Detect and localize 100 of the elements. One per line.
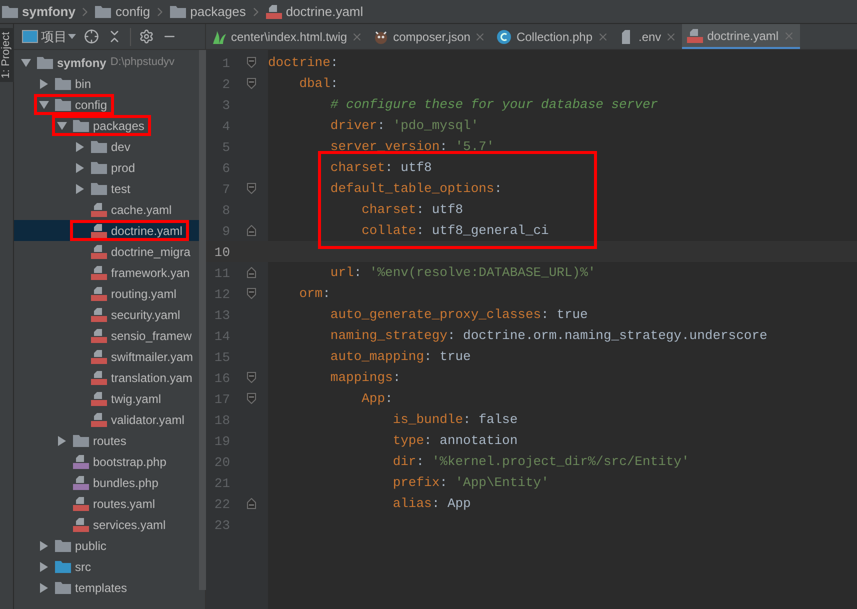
tree-item[interactable]: services.yaml: [93, 516, 166, 534]
folder-icon: [91, 182, 107, 195]
tree-item[interactable]: test: [111, 180, 130, 198]
tree-item[interactable]: symfony: [57, 54, 106, 72]
editor-tab[interactable]: composer.json: [368, 24, 492, 49]
editor-tab[interactable]: .env: [614, 24, 682, 49]
file-icon: [73, 474, 89, 490]
collapsed-arrow-icon[interactable]: [39, 582, 49, 592]
tree-item[interactable]: prod: [111, 158, 136, 176]
tree-item[interactable]: packages: [93, 116, 144, 134]
folder-icon: [55, 560, 71, 573]
tree-item[interactable]: framework.yan: [111, 264, 190, 282]
locate-icon[interactable]: [84, 29, 99, 44]
collapsed-arrow-icon[interactable]: [57, 436, 67, 446]
folder-icon: [37, 56, 53, 69]
code-line: driver: 'pdo_mysql': [329, 116, 479, 135]
code-line: charset: utf8: [360, 200, 464, 219]
code-line: auto_generate_proxy_classes: true: [329, 306, 588, 324]
collapsed-arrow-icon[interactable]: [39, 562, 49, 572]
tree-item[interactable]: twig.yaml: [111, 390, 162, 408]
tree-item[interactable]: bin: [75, 74, 92, 92]
tree-item[interactable]: config: [75, 96, 108, 114]
code-line: auto_mapping: true: [329, 348, 471, 366]
tree-item[interactable]: src: [75, 558, 91, 576]
folder-icon: [2, 5, 18, 18]
folder-icon: [73, 119, 89, 132]
code-line: doctrine:: [268, 54, 338, 72]
breadcrumb-item[interactable]: packages: [190, 2, 246, 22]
folder-icon: [91, 161, 107, 174]
tree-item[interactable]: validator.yaml: [111, 410, 184, 428]
code-line: App:: [360, 390, 393, 408]
close-icon[interactable]: [665, 31, 678, 43]
view-selector[interactable]: 项目: [41, 26, 76, 46]
folder-icon: [55, 539, 71, 552]
breadcrumb-item[interactable]: symfony: [22, 2, 76, 22]
tree-item[interactable]: dev: [111, 138, 130, 156]
tree-item[interactable]: routes: [93, 432, 126, 450]
file-icon: [91, 412, 107, 428]
code-line: type: annotation: [392, 432, 518, 450]
file-icon: [73, 496, 89, 512]
tree-item[interactable]: security.yaml: [111, 306, 180, 324]
class-icon: [496, 29, 512, 45]
file-icon: [687, 28, 704, 44]
breadcrumb-item[interactable]: doctrine.yaml: [286, 2, 364, 22]
collapsed-arrow-icon[interactable]: [39, 540, 49, 550]
collapsed-arrow-icon[interactable]: [75, 142, 85, 152]
tree-item[interactable]: bootstrap.php: [93, 452, 166, 470]
file-icon: [91, 390, 107, 406]
expanded-arrow-icon[interactable]: [39, 100, 49, 110]
tree-item[interactable]: bundles.php: [93, 474, 158, 492]
leaf-icon: [211, 29, 227, 45]
expanded-arrow-icon[interactable]: [57, 120, 67, 130]
close-icon[interactable]: [474, 31, 486, 43]
code-line: charset: utf8: [329, 158, 432, 177]
code-line: # configure these for your database server: [329, 96, 658, 114]
code-line: url: '%env(resolve:DATABASE_URL)%': [329, 264, 596, 282]
folder-icon: [95, 5, 112, 18]
collapsed-arrow-icon[interactable]: [75, 162, 85, 172]
breadcrumb-item[interactable]: config: [115, 2, 150, 22]
tree-item[interactable]: routes.yaml: [93, 494, 156, 512]
caret-icon: [68, 34, 76, 39]
settings-icon[interactable]: [139, 29, 154, 44]
folder-icon: [91, 140, 107, 153]
file-icon: [91, 244, 107, 260]
code-line: server_version: '5.7': [329, 138, 494, 156]
file-icon: [91, 306, 107, 322]
scrollbar-thumb[interactable]: [199, 50, 206, 590]
tree-item[interactable]: routing.yaml: [111, 284, 176, 302]
file-icon: [91, 264, 107, 280]
close-icon[interactable]: [351, 31, 364, 43]
collapsed-arrow-icon[interactable]: [39, 78, 49, 88]
collapsed-arrow-icon[interactable]: [75, 184, 85, 194]
line-number: 10: [214, 244, 230, 260]
file-icon: [91, 348, 107, 364]
tree-item[interactable]: translation.yam: [111, 368, 192, 386]
tree-item[interactable]: swiftmailer.yam: [111, 348, 194, 366]
file-icon: [91, 222, 107, 238]
code-line: default_table_options:: [329, 180, 502, 198]
editor-tab[interactable]: center\index.html.twig: [206, 24, 368, 49]
file-icon: [73, 454, 89, 470]
file-icon: [91, 370, 107, 386]
folder-icon: [170, 5, 186, 18]
code-line: naming_strategy: doctrine.orm.naming_strategy.underscore: [329, 326, 768, 345]
file-icon: [73, 516, 89, 532]
tree-item[interactable]: cache.yaml: [111, 200, 172, 218]
tree-item[interactable]: doctrine_migra: [111, 242, 190, 260]
file-icon: [266, 4, 282, 20]
folder-icon: [55, 98, 71, 111]
editor-tab[interactable]: doctrine.yaml: [682, 24, 800, 49]
editor-tab[interactable]: Collection.php: [491, 24, 614, 49]
file-icon: [91, 286, 107, 302]
tree-item[interactable]: templates: [75, 578, 128, 596]
file-icon: [91, 328, 107, 344]
project-path: D:\phpstudyv: [110, 55, 175, 70]
code-line: alias: App: [392, 494, 471, 513]
close-icon[interactable]: [596, 31, 608, 43]
tree-item[interactable]: public: [75, 536, 106, 554]
expanded-arrow-icon[interactable]: [21, 58, 31, 68]
code-line: orm:: [298, 284, 330, 303]
tree-item[interactable]: sensio_framew: [111, 326, 192, 344]
